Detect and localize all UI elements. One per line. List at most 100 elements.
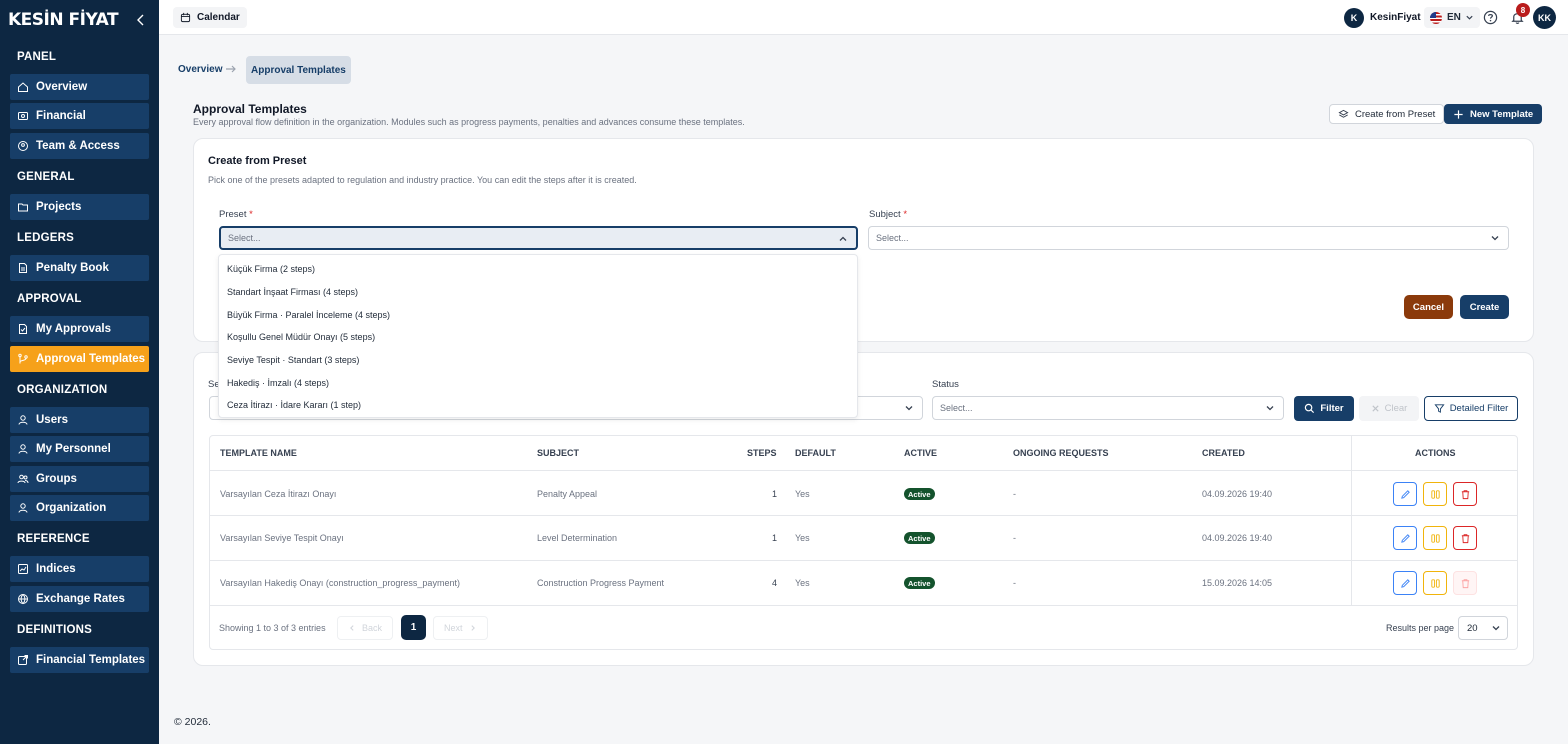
cancel-button[interactable]: Cancel — [1404, 295, 1453, 319]
trash-icon — [1461, 489, 1469, 499]
column-header-created[interactable]: CREATED — [1202, 448, 1245, 458]
sidebar-item-indices[interactable]: Indices — [10, 556, 149, 582]
subject-label: Subject * — [869, 209, 908, 220]
sidebar-item-label: My Personnel — [36, 443, 111, 455]
status-label: Status — [932, 379, 959, 390]
row-divider — [210, 605, 1517, 606]
cell-template-name[interactable]: Varsayılan Hakediş Onayı (construction_p… — [220, 578, 460, 588]
calendar-label: Calendar — [197, 12, 240, 23]
preset-select-value: Select... — [228, 233, 261, 243]
column-header-subject[interactable]: SUBJECT — [537, 448, 579, 458]
delete-button[interactable] — [1453, 526, 1477, 550]
language-selector[interactable]: EN — [1424, 7, 1480, 28]
section-definitions: DEFINITIONS — [17, 624, 93, 636]
status-select[interactable]: Select... — [932, 396, 1284, 420]
detailed-filter-button[interactable]: Detailed Filter — [1424, 396, 1518, 421]
layers-icon — [1338, 109, 1349, 118]
clear-button[interactable]: Clear — [1359, 396, 1419, 421]
preset-option[interactable]: Seviye Tespit · Standart (3 steps) — [227, 355, 359, 365]
create-from-preset-button[interactable]: Create from Preset — [1329, 104, 1445, 124]
sidebar-item-my-approvals[interactable]: My Approvals — [10, 316, 149, 342]
page-button-1[interactable]: 1 — [401, 615, 426, 640]
edit-button[interactable] — [1393, 482, 1417, 506]
cell-ongoing: - — [1013, 578, 1016, 588]
preset-option[interactable]: Ceza İtirazı · İdare Kararı (1 step) — [227, 400, 361, 410]
columns-button[interactable] — [1423, 482, 1447, 506]
preset-option[interactable]: Hakediş · İmzalı (4 steps) — [227, 378, 329, 388]
sidebar-item-projects[interactable]: Projects — [10, 194, 149, 220]
subject-select[interactable]: Select... — [868, 226, 1509, 250]
collapse-sidebar-icon[interactable] — [134, 12, 148, 28]
search-icon — [1305, 403, 1315, 414]
status-badge: Active — [904, 488, 935, 500]
columns-button[interactable] — [1423, 571, 1447, 595]
sidebar-item-overview[interactable]: Overview — [10, 74, 149, 100]
sidebar-item-label: Financial — [36, 110, 86, 122]
cell-subject: Penalty Appeal — [537, 489, 598, 499]
home-icon — [17, 81, 29, 93]
sidebar-item-label: My Approvals — [36, 323, 111, 335]
columns-icon — [1430, 533, 1440, 543]
columns-button[interactable] — [1423, 526, 1447, 550]
pencil-icon — [1400, 489, 1410, 499]
breadcrumb-overview[interactable]: Overview — [178, 64, 222, 75]
organization-switcher[interactable]: K KesinFiyat — [1344, 7, 1428, 28]
folder-icon — [17, 201, 29, 213]
create-button[interactable]: Create — [1460, 295, 1509, 319]
preset-select[interactable]: Select... — [219, 226, 858, 250]
preset-option[interactable]: Koşullu Genel Müdür Onayı (5 steps) — [227, 332, 375, 342]
page-title: Approval Templates — [193, 102, 307, 116]
sidebar-item-organization[interactable]: Organization — [10, 495, 149, 521]
create-from-preset-label: Create from Preset — [1355, 108, 1436, 120]
sidebar-item-groups[interactable]: Groups — [10, 466, 149, 492]
calendar-button[interactable]: Calendar — [173, 7, 247, 28]
column-header-ongoing-requests[interactable]: ONGOING REQUESTS — [1013, 448, 1109, 458]
column-header-active[interactable]: ACTIVE — [904, 448, 937, 458]
column-header-default[interactable]: DEFAULT — [795, 448, 836, 458]
pencil-icon — [1400, 533, 1410, 543]
us-flag-icon — [1430, 11, 1442, 24]
column-header-actions: ACTIONS — [1415, 448, 1456, 458]
preset-card-title: Create from Preset — [208, 155, 307, 167]
column-header-template-name[interactable]: TEMPLATE NAME — [220, 448, 297, 458]
delete-button[interactable] — [1453, 482, 1477, 506]
sidebar-item-penalty-book[interactable]: Penalty Book — [10, 255, 149, 281]
filter-button[interactable]: Filter — [1294, 396, 1354, 421]
new-template-button[interactable]: New Template — [1444, 104, 1543, 124]
help-icon[interactable] — [1483, 10, 1498, 25]
edit-button[interactable] — [1393, 571, 1417, 595]
sidebar-item-team-access[interactable]: Team & Access — [10, 133, 149, 159]
next-page-button: Next — [433, 616, 488, 640]
preset-option[interactable]: Küçük Firma (2 steps) — [227, 264, 315, 274]
sidebar-item-label: Penalty Book — [36, 262, 109, 274]
sidebar-item-approval-templates[interactable]: Approval Templates — [10, 346, 149, 372]
back-label: Back — [362, 623, 383, 633]
cell-template-name[interactable]: Varsayılan Seviye Tespit Onayı — [220, 533, 344, 543]
results-per-page-value: 20 — [1467, 622, 1478, 634]
sidebar-item-financial-templates[interactable]: Financial Templates — [10, 647, 149, 673]
preset-option[interactable]: Standart İnşaat Firması (4 steps) — [227, 287, 358, 297]
section-ledgers: LEDGERS — [17, 232, 74, 244]
sidebar-item-users[interactable]: Users — [10, 407, 149, 433]
chevron-down-icon — [1491, 236, 1499, 241]
showing-entries: Showing 1 to 3 of 3 entries — [219, 623, 326, 633]
sidebar-item-my-personnel[interactable]: My Personnel — [10, 436, 149, 462]
cell-template-name[interactable]: Varsayılan Ceza İtirazı Onayı — [220, 489, 336, 499]
column-header-steps[interactable]: STEPS — [747, 448, 777, 458]
sidebar-item-exchange-rates[interactable]: Exchange Rates — [10, 586, 149, 612]
user-icon — [17, 414, 29, 426]
users-icon — [17, 473, 29, 485]
header-divider — [210, 470, 1517, 471]
top-bar: Calendar K KesinFiyat EN 8 KK — [159, 0, 1568, 35]
user-icon — [17, 502, 29, 514]
cell-steps: 4 — [772, 578, 778, 588]
user-avatar[interactable]: KK — [1533, 6, 1556, 29]
preset-option[interactable]: Büyük Firma · Paralel İnceleme (4 steps) — [227, 310, 390, 320]
results-per-page-select[interactable]: 20 — [1458, 616, 1508, 640]
funnel-icon — [1434, 404, 1445, 413]
cell-default: Yes — [795, 533, 810, 543]
chevron-down-icon — [1466, 15, 1473, 20]
pencil-icon — [1400, 578, 1410, 588]
edit-button[interactable] — [1393, 526, 1417, 550]
sidebar-item-financial[interactable]: Financial — [10, 103, 149, 129]
